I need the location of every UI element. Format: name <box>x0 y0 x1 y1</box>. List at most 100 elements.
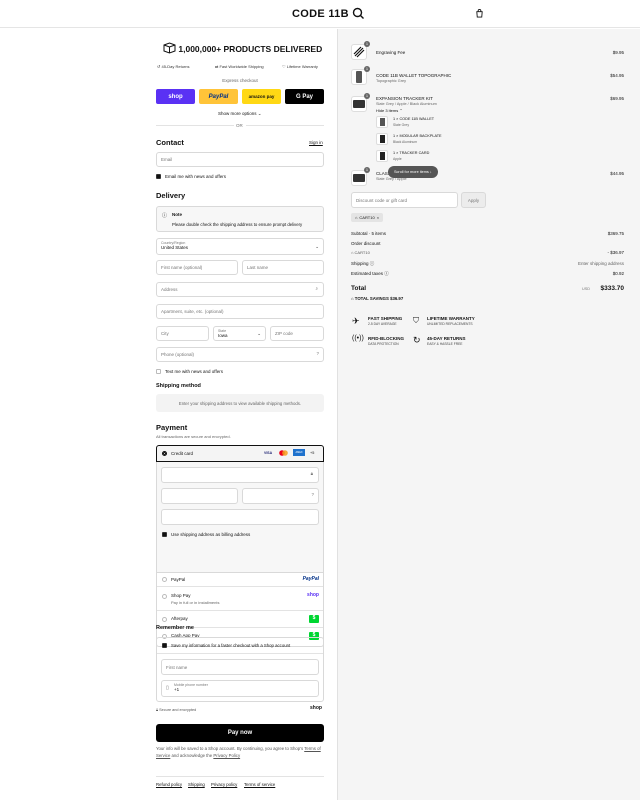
shipping-value: Enter shipping address <box>577 261 624 266</box>
address-input[interactable]: Address ⌕ <box>156 282 324 297</box>
phone-icon: ▯ <box>166 685 169 691</box>
text-checkbox[interactable] <box>156 369 161 374</box>
amex-icon: AMEX <box>293 449 305 456</box>
discount-input[interactable]: Discount code or gift card <box>351 192 458 208</box>
privacy-link[interactable]: Privacy Policy <box>213 753 240 758</box>
cashapp-logo-icon: $ <box>309 615 319 623</box>
name-on-card-input[interactable] <box>161 509 319 525</box>
total-label: Total <box>351 285 367 292</box>
brand-logo[interactable]: CODE 11B <box>292 7 365 20</box>
email-input[interactable]: Email <box>156 152 324 167</box>
plane-icon: ✈︎ <box>352 316 360 326</box>
city-input[interactable]: City <box>156 326 209 341</box>
shop-pay-button[interactable]: shop <box>156 89 195 104</box>
delivered-banner: 1,000,000+ PRODUCTS DELIVERED <box>163 42 322 54</box>
payment-subtitle: All transactions are secure and encrypte… <box>156 434 231 439</box>
google-pay-button[interactable]: G Pay <box>285 89 324 104</box>
perk-warranty: ♡ Lifetime Warranty <box>282 64 318 69</box>
billing-label: Use shipping address as billing address <box>171 532 251 537</box>
order-summary: 1 Engraving Fee $9.95 1 CODE 11B WALLET … <box>337 29 640 800</box>
shield-icon: ⛉ <box>413 316 419 325</box>
save-info-checkbox[interactable] <box>162 643 167 648</box>
expiry-input[interactable] <box>161 488 238 504</box>
card-form: 🔒︎ ? Use shipping address as billing add… <box>156 462 324 573</box>
perk-returns: ↺ 45-Day Returns <box>157 64 190 69</box>
cart-bag-icon[interactable] <box>475 9 484 20</box>
help-icon: ? <box>316 351 319 356</box>
item-name: CODE 11B WALLET TOPOGRAPHIC <box>376 73 452 78</box>
rfid-icon: ((•)) <box>352 335 364 342</box>
paypal-logo: PayPal <box>302 576 319 582</box>
info-icon: ⓘ <box>162 213 168 219</box>
remember-first-name-input[interactable]: First name <box>161 659 319 675</box>
paypal-button[interactable]: PayPal <box>199 89 238 104</box>
remember-title: Remember me <box>156 625 194 631</box>
privacy-policy-link[interactable]: Privacy policy <box>211 782 237 787</box>
logo-text: CODE 11B <box>292 8 349 20</box>
phone-input[interactable]: Phone (optional)? <box>156 347 324 362</box>
lock-icon: 🔒︎ <box>310 471 313 476</box>
tag-icon: ⌂ <box>355 215 358 220</box>
perk-shipping: ⇄ Fast Worldwide Shipping <box>215 64 264 69</box>
shipping-policy-link[interactable]: Shipping <box>188 782 205 787</box>
security-code-input[interactable]: ? <box>242 488 319 504</box>
total-value: $333.70 <box>600 285 625 292</box>
news-checkbox[interactable] <box>156 174 161 179</box>
sub-item-thumb <box>376 116 388 128</box>
credit-card-option[interactable]: Credit card VISA AMEX +5 <box>156 445 324 462</box>
delivery-title: Delivery <box>156 191 186 200</box>
first-name-input[interactable]: First name (optional) <box>156 260 238 275</box>
credit-card-label: Credit card <box>171 451 194 456</box>
refund-policy-link[interactable]: Refund policy <box>156 782 182 787</box>
pay-now-button[interactable]: Pay now <box>156 724 324 742</box>
country-select[interactable]: Country/Region United States ⌄ <box>156 238 324 255</box>
item-price: $54.95 <box>610 73 624 78</box>
show-more-options[interactable]: Show more options ⌄ <box>218 111 262 117</box>
hide-items-toggle[interactable]: Hide 3 items ⌃ <box>376 108 403 113</box>
apply-button[interactable]: Apply <box>461 192 486 208</box>
checkout-form: 1,000,000+ PRODUCTS DELIVERED ↺ 45-Day R… <box>0 29 337 800</box>
sign-in-link[interactable]: Sign in <box>309 140 323 145</box>
card-number-input[interactable]: 🔒︎ <box>161 467 319 483</box>
sub-item-thumb <box>376 133 388 145</box>
shop-logo: shop <box>310 705 322 711</box>
currency-label: USD <box>581 287 590 291</box>
note-box: ⓘ Note Please double check the shipping … <box>156 206 324 232</box>
item-name: Engraving Fee <box>376 50 406 55</box>
remove-code-icon[interactable]: × <box>377 215 379 220</box>
save-info-label: Save my information for a faster checkou… <box>171 643 291 648</box>
search-icon: ⌕ <box>315 286 318 291</box>
text-label: Text me with news and offers <box>165 369 223 374</box>
secure-label: 🔒︎ Secure and encrypted <box>156 708 197 712</box>
taxes-value: $0.92 <box>612 271 624 276</box>
paypal-option[interactable]: PayPal PayPal <box>157 573 323 587</box>
logo-target-icon <box>352 7 365 19</box>
help-icon: ? <box>311 492 314 497</box>
apartment-input[interactable]: Apartment, suite, etc. (optional) <box>156 304 324 319</box>
shipping-method-title: Shipping method <box>156 383 201 389</box>
chevron-down-icon: ⌄ <box>315 244 319 249</box>
return-arrow-icon: ↻ <box>413 335 421 345</box>
chevron-down-icon: ⌄ <box>257 331 261 336</box>
state-select[interactable]: State Iowa ⌄ <box>213 326 266 341</box>
order-discount-label: Order discount <box>351 241 381 246</box>
remember-box: Save my information for a faster checkou… <box>156 637 324 702</box>
mobile-input[interactable]: ▯ Mobile phone number +1 <box>161 680 319 697</box>
amazon-pay-button[interactable]: amazon pay <box>242 89 281 104</box>
discount-code-line: ⌂ CART10 <box>351 250 370 255</box>
scroll-more-pill[interactable]: Scroll for more items ↓ <box>388 166 438 178</box>
shipping-method-info: Enter your shipping address to view avai… <box>156 394 324 412</box>
visa-icon: VISA <box>264 451 273 455</box>
credit-card-radio[interactable] <box>162 451 167 456</box>
shop-pay-option[interactable]: Shop Pay Pay in full or in installments … <box>157 587 323 611</box>
banner-title: 1,000,000+ PRODUCTS DELIVERED <box>178 44 323 54</box>
last-name-input[interactable]: Last name <box>242 260 324 275</box>
terms-of-service-link[interactable]: Terms of service <box>244 782 275 787</box>
more-cards-label: +5 <box>310 451 315 455</box>
zip-input[interactable]: ZIP code <box>270 326 324 341</box>
billing-checkbox[interactable] <box>162 532 167 537</box>
discount-value: - $36.97 <box>607 250 624 255</box>
item-variant: Topographic Grey <box>376 79 406 83</box>
shop-pay-logo: shop <box>307 592 319 598</box>
item-price: $9.95 <box>612 50 624 55</box>
